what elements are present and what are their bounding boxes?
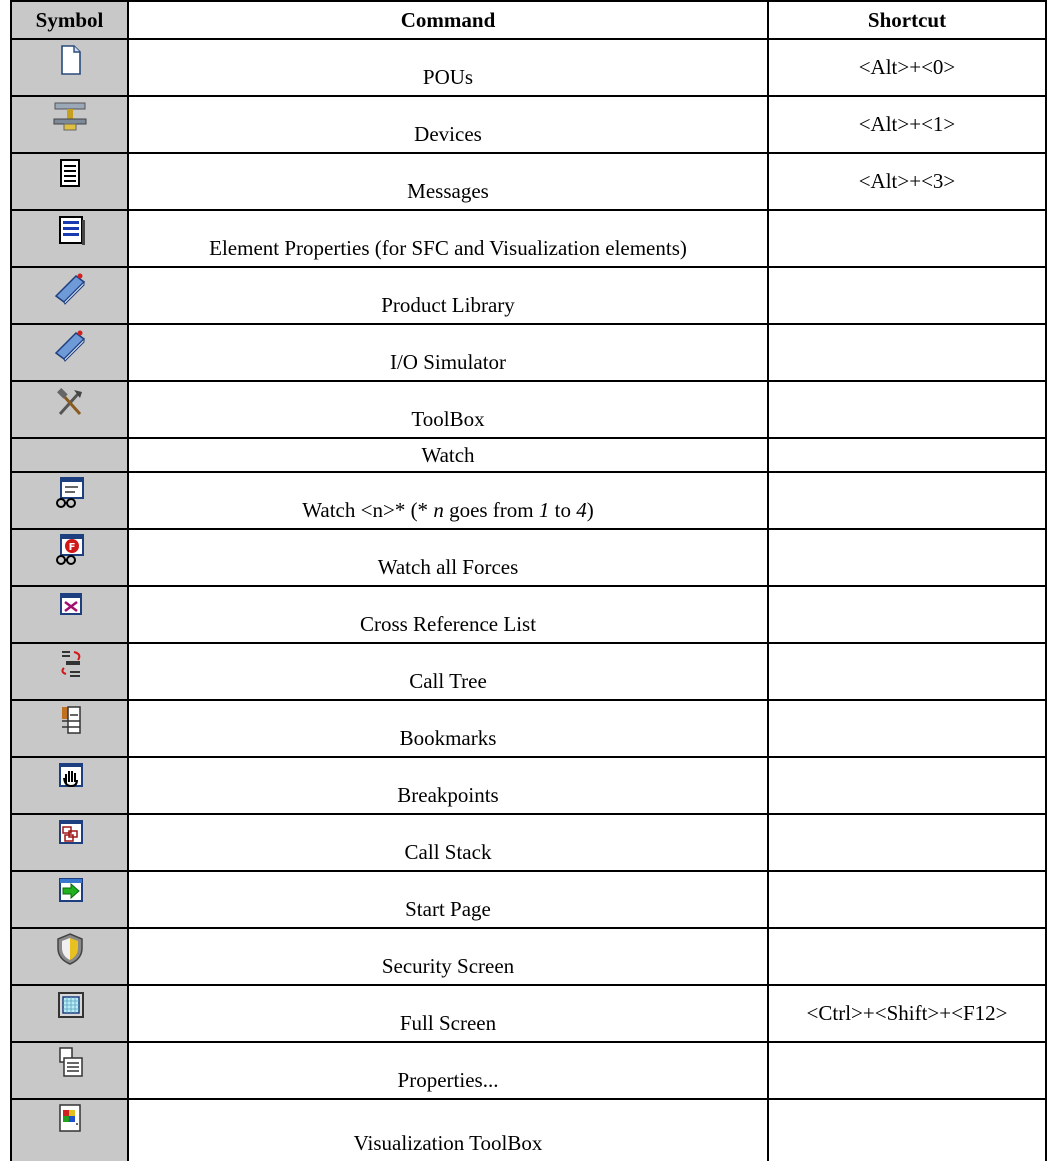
- command-italic-four: 4: [576, 498, 587, 522]
- messages-list-icon: [50, 156, 90, 192]
- command-cell: Security Screen: [127, 927, 769, 986]
- toolbox-tools-icon: [50, 384, 90, 420]
- command-cell: Watch: [127, 437, 769, 473]
- command-cell: Devices: [127, 95, 769, 154]
- shortcut-cell: [767, 1098, 1047, 1161]
- command-cell: Element Properties (for SFC and Visualiz…: [127, 209, 769, 268]
- table-row: I/O Simulator: [10, 323, 1047, 382]
- table-row: Security Screen: [10, 927, 1047, 986]
- shortcut-cell: [767, 528, 1047, 587]
- bookmarks-icon: [50, 703, 90, 739]
- properties-icon: [50, 1045, 90, 1081]
- table-row: Watch <n>* (* n goes from 1 to 4): [10, 471, 1047, 530]
- command-cell: ToolBox: [127, 380, 769, 439]
- command-text: to: [549, 498, 577, 522]
- command-cell: Call Tree: [127, 642, 769, 701]
- table-row: Call Tree: [10, 642, 1047, 701]
- table-row: POUs <Alt>+<0>: [10, 38, 1047, 97]
- cross-reference-icon: [50, 589, 90, 625]
- shortcut-cell: [767, 323, 1047, 382]
- call-stack-icon: [50, 817, 90, 853]
- header-row: Symbol Command Shortcut: [10, 0, 1047, 40]
- command-cell: Full Screen: [127, 984, 769, 1043]
- command-cell: I/O Simulator: [127, 323, 769, 382]
- shortcut-cell: [767, 585, 1047, 644]
- table-row: Messages <Alt>+<3>: [10, 152, 1047, 211]
- watch-forces-icon: F: [50, 532, 90, 568]
- command-cell: Start Page: [127, 870, 769, 929]
- command-cell: Cross Reference List: [127, 585, 769, 644]
- table-row: Product Library: [10, 266, 1047, 325]
- command-cell: Watch <n>* (* n goes from 1 to 4): [127, 471, 769, 530]
- breakpoints-hand-icon: [50, 760, 90, 796]
- shortcut-cell: [767, 209, 1047, 268]
- table-row: Element Properties (for SFC and Visualiz…: [10, 209, 1047, 268]
- shortcut-cell: [767, 642, 1047, 701]
- product-library-book-icon: [50, 270, 90, 306]
- pou-document-icon: [50, 42, 90, 78]
- command-text: Watch <n>* (*: [302, 498, 434, 522]
- header-command: Command: [127, 0, 769, 40]
- shortcut-cell: <Ctrl>+<Shift>+<F12>: [767, 984, 1047, 1043]
- shortcut-cell: [767, 380, 1047, 439]
- devices-network-icon: [50, 99, 90, 135]
- shortcut-cell: [767, 870, 1047, 929]
- shortcut-cell: [767, 471, 1047, 530]
- table-row: Cross Reference List: [10, 585, 1047, 644]
- shortcut-cell: [767, 437, 1047, 473]
- watch-glasses-icon: [50, 475, 90, 511]
- shortcut-cell: [767, 756, 1047, 815]
- full-screen-icon: [50, 988, 90, 1024]
- command-cell: Breakpoints: [127, 756, 769, 815]
- table-row: Start Page: [10, 870, 1047, 929]
- command-cell: Properties...: [127, 1041, 769, 1100]
- table-row: Visualization ToolBox: [10, 1098, 1047, 1161]
- table-row: F Watch all Forces: [10, 528, 1047, 587]
- shortcut-cell: [767, 927, 1047, 986]
- element-properties-icon: [50, 213, 90, 249]
- table-row: Full Screen <Ctrl>+<Shift>+<F12>: [10, 984, 1047, 1043]
- start-page-arrow-icon: [50, 874, 90, 910]
- visualization-toolbox-icon: [50, 1102, 90, 1138]
- command-cell: Visualization ToolBox: [127, 1098, 769, 1161]
- command-text: goes from: [443, 498, 539, 522]
- table-row: ToolBox: [10, 380, 1047, 439]
- command-cell: Call Stack: [127, 813, 769, 872]
- header-symbol: Symbol: [10, 0, 129, 40]
- command-italic-n: n: [433, 498, 444, 522]
- table-row: Properties...: [10, 1041, 1047, 1100]
- table-row: Call Stack: [10, 813, 1047, 872]
- header-shortcut: Shortcut: [767, 0, 1047, 40]
- shortcut-cell: <Alt>+<3>: [767, 152, 1047, 211]
- shortcut-cell: [767, 813, 1047, 872]
- command-cell: Bookmarks: [127, 699, 769, 758]
- shortcut-cell: [767, 266, 1047, 325]
- shortcut-cell: [767, 1041, 1047, 1100]
- table-row: Devices <Alt>+<1>: [10, 95, 1047, 154]
- shortcut-cell: <Alt>+<1>: [767, 95, 1047, 154]
- command-cell: Messages: [127, 152, 769, 211]
- call-tree-icon: [50, 646, 90, 682]
- table-row: Bookmarks: [10, 699, 1047, 758]
- command-italic-one: 1: [538, 498, 550, 522]
- commands-table: Symbol Command Shortcut POUs <Alt>+<0> D…: [10, 0, 1047, 1161]
- io-simulator-book-icon: [50, 327, 90, 363]
- shortcut-cell: <Alt>+<0>: [767, 38, 1047, 97]
- command-cell: Watch all Forces: [127, 528, 769, 587]
- table-row: Breakpoints: [10, 756, 1047, 815]
- security-shield-icon: [50, 931, 90, 967]
- table-row: Watch: [10, 437, 1047, 473]
- command-cell: Product Library: [127, 266, 769, 325]
- command-cell: POUs: [127, 38, 769, 97]
- command-text: ): [586, 498, 594, 522]
- svg-text:F: F: [68, 542, 75, 553]
- shortcut-cell: [767, 699, 1047, 758]
